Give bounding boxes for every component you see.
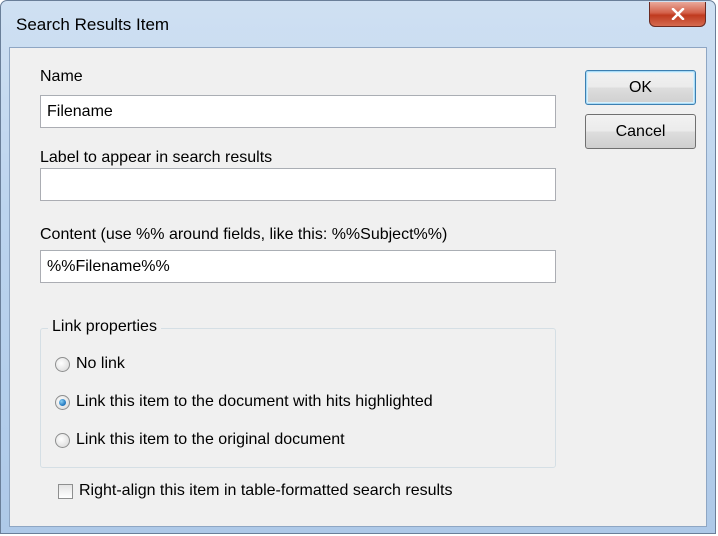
dialog-client-area: Name Label to appear in search results C… <box>9 47 707 527</box>
right-align-checkbox-row[interactable]: Right-align this item in table-formatted… <box>58 482 453 500</box>
title-bar[interactable]: Search Results Item <box>1 1 715 47</box>
dialog-window: Search Results Item Name Label to appear… <box>0 0 716 534</box>
content-input[interactable] <box>40 250 556 283</box>
link-properties-legend: Link properties <box>48 318 161 336</box>
radio-link-highlighted[interactable]: Link this item to the document with hits… <box>55 391 433 413</box>
ok-button[interactable]: OK <box>585 70 696 105</box>
radio-button-selected[interactable] <box>55 394 70 410</box>
radio-button[interactable] <box>55 432 70 448</box>
right-align-label: Right-align this item in table-formatted… <box>79 482 453 499</box>
name-input[interactable] <box>40 95 556 128</box>
radio-label: Link this item to the original document <box>76 431 345 448</box>
radio-no-link[interactable]: No link <box>55 353 125 375</box>
display-label-label: Label to appear in search results <box>40 149 273 166</box>
close-icon <box>671 8 685 20</box>
radio-label: Link this item to the document with hits… <box>76 393 433 410</box>
close-button[interactable] <box>649 2 706 27</box>
right-align-checkbox[interactable] <box>58 483 73 499</box>
radio-label: No link <box>76 355 125 372</box>
radio-button[interactable] <box>55 356 70 372</box>
window-title: Search Results Item <box>16 15 170 34</box>
cancel-button[interactable]: Cancel <box>585 114 696 149</box>
content-label: Content (use %% around fields, like this… <box>40 226 448 243</box>
radio-link-original[interactable]: Link this item to the original document <box>55 429 345 451</box>
name-label: Name <box>40 68 83 85</box>
display-label-input[interactable] <box>40 168 556 201</box>
